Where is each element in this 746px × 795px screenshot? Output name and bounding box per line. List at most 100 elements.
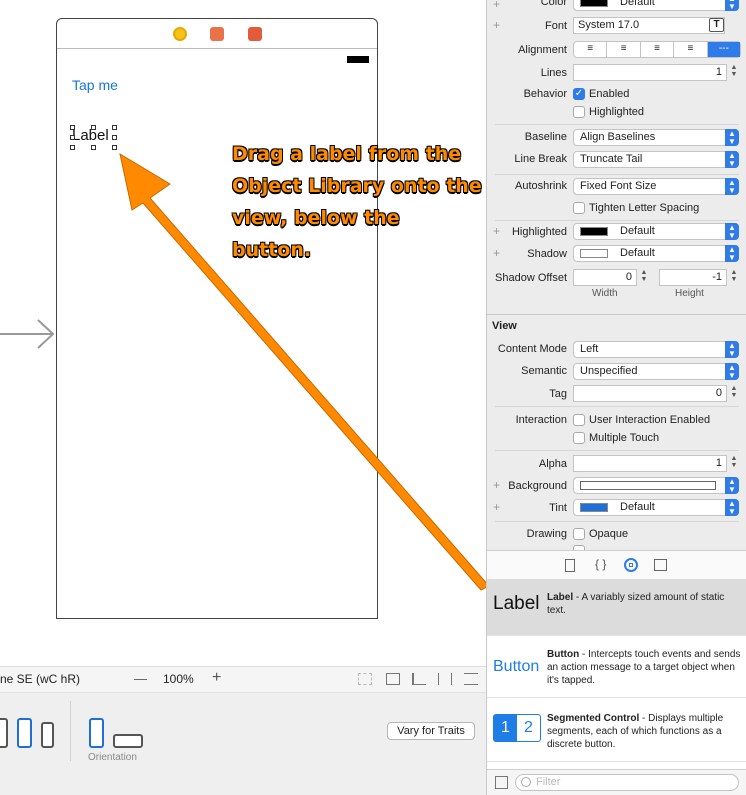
align-left-icon[interactable]: ≡ xyxy=(574,42,608,57)
shadow-color-popup[interactable]: Default ▲ ▼ xyxy=(573,245,739,262)
chevron-updown-icon: ▲▼ xyxy=(725,499,739,516)
update-frames-icon[interactable] xyxy=(358,673,372,685)
device-config-label[interactable]: ne SE (wC hR) xyxy=(0,672,80,686)
opaque-checkbox[interactable] xyxy=(573,528,585,540)
autoshrink-popup[interactable]: Fixed Font Size ▲ ▼ xyxy=(573,178,739,195)
baseline-popup[interactable]: Align Baselines ▲ ▼ xyxy=(573,129,739,146)
library-filter-input[interactable]: Filter xyxy=(515,774,739,791)
color-popup[interactable]: Default▲▼ xyxy=(573,0,739,11)
resize-handle[interactable] xyxy=(70,145,75,150)
zoom-out-button[interactable]: — xyxy=(134,671,147,686)
grid-view-icon[interactable] xyxy=(495,776,508,789)
battery-icon xyxy=(347,56,369,63)
alpha-label: Alpha xyxy=(538,458,567,470)
code-snippet-icon[interactable]: { } xyxy=(595,557,606,571)
lines-label: Lines xyxy=(540,67,567,79)
object-library-inner xyxy=(629,563,633,567)
label-element[interactable]: Label xyxy=(70,125,117,150)
resize-handle[interactable] xyxy=(70,135,75,140)
pin-icon[interactable] xyxy=(438,673,452,685)
drawing-label: Drawing xyxy=(526,528,567,540)
device-iphone-small-icon[interactable] xyxy=(41,722,54,748)
divider xyxy=(495,450,739,451)
storyboard-canvas[interactable]: Tap me Label Drag a label from the Objec… xyxy=(0,0,486,666)
library-item-description: Label - A variably sized amount of stati… xyxy=(547,592,725,616)
embed-stack-icon[interactable] xyxy=(386,673,400,685)
device-iphone-icon[interactable] xyxy=(0,718,8,748)
resize-handle[interactable] xyxy=(112,135,117,140)
library-item-segmented-control[interactable]: 1 2 Segmented Control - Displays multipl… xyxy=(487,702,746,762)
library-item-label[interactable]: Label Label - A variably sized amount of… xyxy=(487,580,746,636)
background-color-popup[interactable]: ▲ ▼ xyxy=(573,477,739,494)
color-swatch xyxy=(580,503,608,512)
clear-color-swatch xyxy=(580,249,608,258)
clear-color-swatch xyxy=(580,481,716,490)
chevron-updown-icon: ▲▼ xyxy=(725,341,739,358)
first-responder-icon[interactable] xyxy=(210,27,224,41)
enabled-label: Enabled xyxy=(589,88,630,100)
shadow-width-field[interactable]: 0 xyxy=(573,269,637,286)
tag-label: Tag xyxy=(549,388,567,400)
tighten-spacing-checkbox[interactable] xyxy=(573,202,585,214)
alpha-stepper[interactable]: ▲ ▼ xyxy=(729,455,739,472)
resize-handle[interactable] xyxy=(70,125,75,130)
vary-for-traits-button[interactable]: Vary for Traits xyxy=(387,722,475,740)
highlighted-color-popup[interactable]: Default ▲ ▼ xyxy=(573,223,739,240)
resize-handle[interactable] xyxy=(91,145,96,150)
orientation-landscape-icon[interactable] xyxy=(113,734,143,748)
shadow-width-stepper[interactable]: ▲ ▼ xyxy=(639,269,649,286)
align-justify-icon[interactable]: ≡ xyxy=(674,42,708,57)
view-controller-scene[interactable]: Tap me Label xyxy=(56,18,378,619)
tutorial-callout: Drag a label from the Object Library ont… xyxy=(232,143,482,261)
lines-field[interactable]: 1 xyxy=(573,64,727,81)
label-object-icon: Label xyxy=(493,593,540,614)
highlighted-checkbox-label: Highlighted xyxy=(589,106,645,118)
lines-stepper[interactable]: ▲ ▼ xyxy=(729,64,739,81)
opaque-label: Opaque xyxy=(589,528,629,540)
exit-icon[interactable] xyxy=(248,27,262,41)
segmented-control-object-icon: 1 2 xyxy=(493,714,541,742)
chevron-updown-icon: ▲▼ xyxy=(725,223,739,240)
zoom-in-button[interactable]: + xyxy=(212,669,221,687)
object-library: Label Label - A variably sized amount of… xyxy=(486,580,746,769)
view-controller-icon[interactable] xyxy=(173,27,187,41)
tag-field[interactable]: 0 xyxy=(573,385,727,402)
color-swatch xyxy=(580,227,608,236)
device-bar: Orientation Vary for Traits xyxy=(0,692,486,795)
resize-handle[interactable] xyxy=(112,145,117,150)
multiple-touch-checkbox[interactable] xyxy=(573,432,585,444)
tighten-spacing-label: Tighten Letter Spacing xyxy=(589,202,700,214)
shadow-height-field[interactable]: -1 xyxy=(659,269,727,286)
semantic-popup[interactable]: Unspecified ▲ ▼ xyxy=(573,363,739,380)
align-natural-icon[interactable]: --- xyxy=(707,42,741,57)
enabled-checkbox[interactable]: ✓ xyxy=(573,88,585,100)
content-mode-popup[interactable]: Left ▲ ▼ xyxy=(573,341,739,358)
interaction-label: Interaction xyxy=(515,414,567,426)
resolve-issues-icon[interactable] xyxy=(464,673,478,685)
user-interaction-checkbox[interactable] xyxy=(573,414,585,426)
align-right-icon[interactable]: ≡ xyxy=(641,42,675,57)
font-picker-icon[interactable]: T xyxy=(709,18,724,32)
tap-me-button[interactable]: Tap me xyxy=(72,77,118,93)
font-field[interactable]: System 17.0 xyxy=(573,17,725,34)
align-center-icon[interactable]: ≡ xyxy=(607,42,641,57)
device-iphone-se-icon[interactable] xyxy=(17,718,32,748)
file-template-icon[interactable] xyxy=(565,559,575,572)
object-library-icon[interactable] xyxy=(624,558,638,572)
alpha-field[interactable]: 1 xyxy=(573,455,727,472)
tag-stepper[interactable]: ▲ ▼ xyxy=(729,385,739,402)
shadow-height-stepper[interactable]: ▲ ▼ xyxy=(729,269,739,286)
library-item-button[interactable]: Button Button - Intercepts touch events … xyxy=(487,640,746,698)
resize-handle[interactable] xyxy=(112,125,117,130)
resize-handle[interactable] xyxy=(91,125,96,130)
background-label: Background xyxy=(508,480,567,492)
tint-popup[interactable]: Default ▲ ▼ xyxy=(573,499,739,516)
highlighted-checkbox[interactable] xyxy=(573,106,585,118)
align-icon[interactable] xyxy=(412,673,426,685)
orientation-portrait-icon[interactable] xyxy=(89,718,104,748)
media-library-icon[interactable] xyxy=(654,559,667,571)
scene-dock xyxy=(57,19,377,49)
line-break-popup[interactable]: Truncate Tail ▲ ▼ xyxy=(573,151,739,168)
divider xyxy=(495,406,739,407)
alignment-control[interactable]: ≡ ≡ ≡ ≡ --- xyxy=(573,41,741,58)
